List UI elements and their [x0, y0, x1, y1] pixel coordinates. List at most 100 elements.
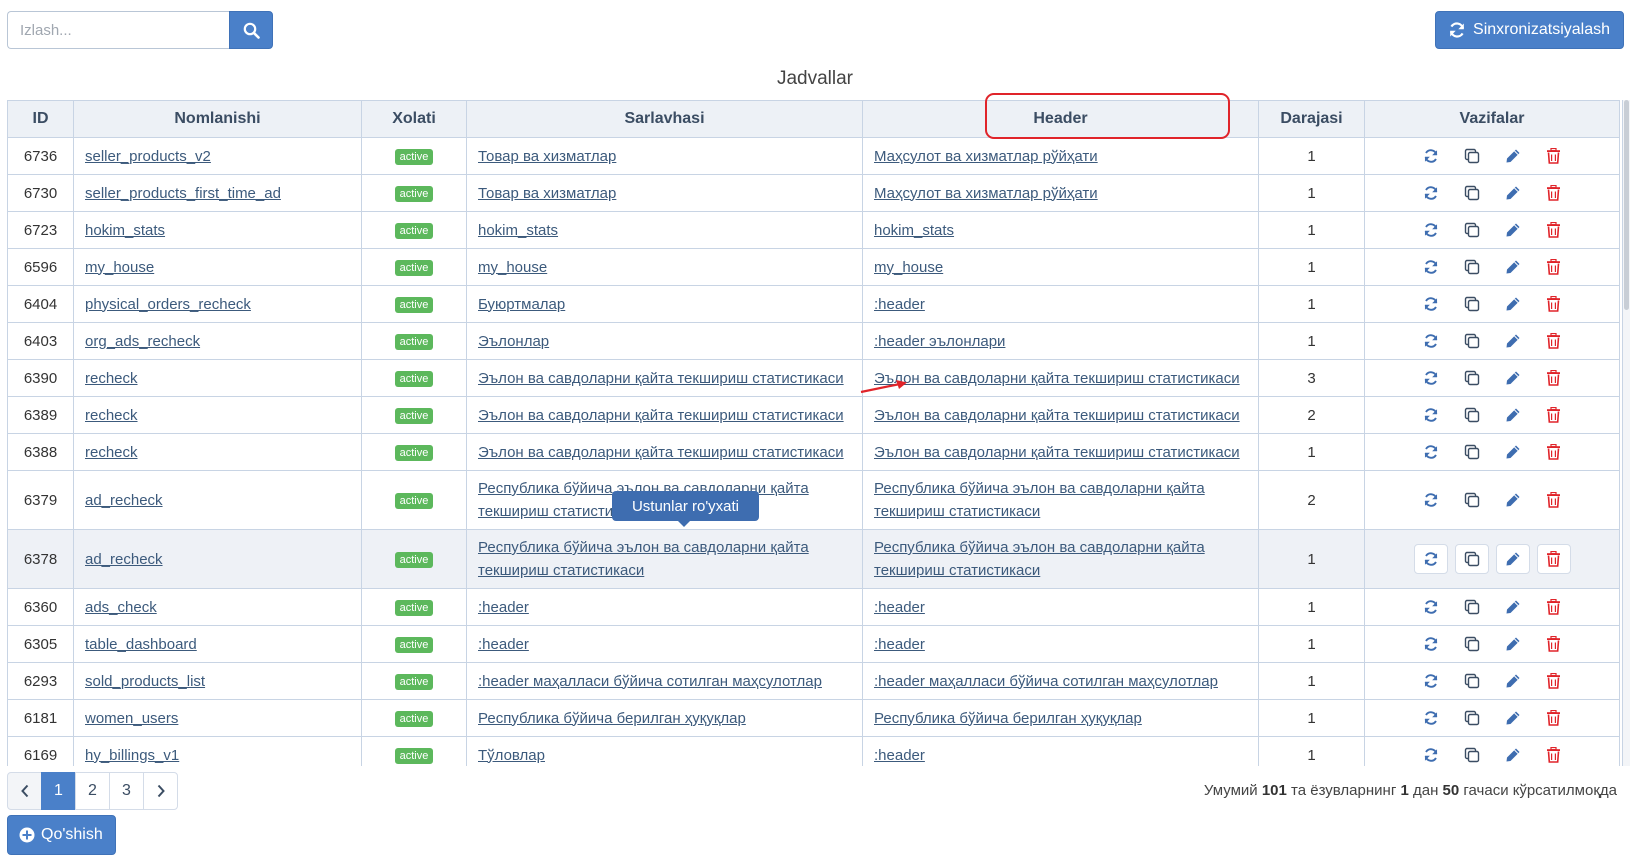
sync-row-button[interactable]: [1414, 703, 1448, 733]
delete-button[interactable]: [1537, 289, 1571, 319]
title-link[interactable]: Буюртмалар: [478, 296, 565, 313]
column-header-id[interactable]: ID: [7, 100, 74, 138]
sync-row-button[interactable]: [1414, 215, 1448, 245]
sync-row-button[interactable]: [1413, 544, 1448, 574]
duplicate-button[interactable]: [1455, 141, 1489, 171]
delete-button[interactable]: [1537, 178, 1571, 208]
sync-row-button[interactable]: [1414, 326, 1448, 356]
edit-button[interactable]: [1496, 363, 1530, 393]
edit-button[interactable]: [1496, 629, 1530, 659]
header-link[interactable]: :header: [874, 599, 925, 616]
duplicate-button[interactable]: [1455, 289, 1489, 319]
name-link[interactable]: ad_recheck: [85, 551, 163, 568]
edit-button[interactable]: [1496, 703, 1530, 733]
title-link[interactable]: my_house: [478, 259, 547, 276]
delete-button[interactable]: [1537, 363, 1571, 393]
name-link[interactable]: hy_billings_v1: [85, 747, 179, 764]
duplicate-button[interactable]: [1455, 485, 1489, 515]
sync-row-button[interactable]: [1414, 178, 1448, 208]
duplicate-button[interactable]: [1455, 740, 1489, 766]
header-link[interactable]: :header эълонлари: [874, 333, 1005, 350]
duplicate-button[interactable]: [1455, 252, 1489, 282]
header-link[interactable]: Маҳсулот ва хизматлар рўйҳати: [874, 185, 1098, 202]
edit-button[interactable]: [1496, 252, 1530, 282]
delete-button[interactable]: [1537, 703, 1571, 733]
duplicate-button[interactable]: [1454, 544, 1489, 574]
name-link[interactable]: recheck: [85, 407, 138, 424]
name-link[interactable]: org_ads_recheck: [85, 333, 200, 350]
scrollbar-thumb[interactable]: [1624, 100, 1629, 310]
name-link[interactable]: table_dashboard: [85, 636, 197, 653]
sync-row-button[interactable]: [1414, 141, 1448, 171]
title-link[interactable]: Республика бўйича берилган ҳуқуқлар: [478, 710, 746, 727]
name-link[interactable]: hokim_stats: [85, 222, 165, 239]
name-link[interactable]: sold_products_list: [85, 673, 205, 690]
edit-button[interactable]: [1496, 485, 1530, 515]
pagination-page-2[interactable]: 2: [75, 772, 110, 810]
header-link[interactable]: :header: [874, 636, 925, 653]
sync-row-button[interactable]: [1414, 289, 1448, 319]
delete-button[interactable]: [1537, 740, 1571, 766]
edit-button[interactable]: [1496, 400, 1530, 430]
delete-button[interactable]: [1537, 629, 1571, 659]
column-header-title[interactable]: Sarlavhasi: [466, 100, 863, 138]
name-link[interactable]: recheck: [85, 370, 138, 387]
title-link[interactable]: Товар ва хизматлар: [478, 148, 616, 165]
name-link[interactable]: seller_products_v2: [85, 148, 211, 165]
header-link[interactable]: Республика бўйича эълон ва савдоларни қа…: [874, 539, 1205, 579]
header-link[interactable]: :header маҳалласи бўйича сотилган маҳсул…: [874, 673, 1218, 690]
edit-button[interactable]: [1496, 141, 1530, 171]
edit-button[interactable]: [1496, 178, 1530, 208]
sync-row-button[interactable]: [1414, 363, 1448, 393]
header-link[interactable]: Маҳсулот ва хизматлар рўйҳати: [874, 148, 1098, 165]
name-link[interactable]: my_house: [85, 259, 154, 276]
sync-button[interactable]: Sinxronizatsiyalash: [1435, 11, 1624, 49]
pagination-next-button[interactable]: [143, 772, 178, 810]
edit-button[interactable]: [1496, 592, 1530, 622]
title-link[interactable]: Товар ва хизматлар: [478, 185, 616, 202]
delete-button[interactable]: [1537, 141, 1571, 171]
header-link[interactable]: my_house: [874, 259, 943, 276]
title-link[interactable]: hokim_stats: [478, 222, 558, 239]
delete-button[interactable]: [1537, 400, 1571, 430]
duplicate-button[interactable]: [1455, 178, 1489, 208]
name-link[interactable]: ad_recheck: [85, 492, 163, 509]
delete-button[interactable]: [1537, 437, 1571, 467]
edit-button[interactable]: [1496, 740, 1530, 766]
title-link[interactable]: Эълон ва савдоларни қайта текшириш стати…: [478, 370, 844, 387]
edit-button[interactable]: [1496, 326, 1530, 356]
title-link[interactable]: :header маҳалласи бўйича сотилган маҳсул…: [478, 673, 822, 690]
name-link[interactable]: ads_check: [85, 599, 157, 616]
duplicate-button[interactable]: [1455, 437, 1489, 467]
name-link[interactable]: seller_products_first_time_ad: [85, 185, 281, 202]
pagination-page-1[interactable]: 1: [41, 772, 76, 810]
edit-button[interactable]: [1495, 544, 1530, 574]
name-link[interactable]: physical_orders_recheck: [85, 296, 251, 313]
pagination-prev-button[interactable]: [7, 772, 42, 810]
duplicate-button[interactable]: [1455, 703, 1489, 733]
header-link[interactable]: Республика бўйича берилган ҳуқуқлар: [874, 710, 1142, 727]
sync-row-button[interactable]: [1414, 629, 1448, 659]
duplicate-button[interactable]: [1455, 363, 1489, 393]
delete-button[interactable]: [1537, 592, 1571, 622]
edit-button[interactable]: [1496, 666, 1530, 696]
duplicate-button[interactable]: [1455, 629, 1489, 659]
delete-button[interactable]: [1537, 252, 1571, 282]
column-header-status[interactable]: Xolati: [361, 100, 467, 138]
title-link[interactable]: Тўловлар: [478, 747, 545, 764]
sync-row-button[interactable]: [1414, 666, 1448, 696]
sync-row-button[interactable]: [1414, 400, 1448, 430]
header-link[interactable]: Эълон ва савдоларни қайта текшириш стати…: [874, 370, 1240, 387]
name-link[interactable]: recheck: [85, 444, 138, 461]
column-header-name[interactable]: Nomlanishi: [73, 100, 362, 138]
duplicate-button[interactable]: [1455, 400, 1489, 430]
search-button[interactable]: [229, 11, 273, 49]
sync-row-button[interactable]: [1414, 592, 1448, 622]
delete-button[interactable]: [1537, 326, 1571, 356]
header-link[interactable]: :header: [874, 747, 925, 764]
delete-button[interactable]: [1536, 544, 1571, 574]
header-link[interactable]: Республика бўйича эълон ва савдоларни қа…: [874, 480, 1205, 520]
title-link[interactable]: Эълон ва савдоларни қайта текшириш стати…: [478, 444, 844, 461]
header-link[interactable]: hokim_stats: [874, 222, 954, 239]
delete-button[interactable]: [1537, 666, 1571, 696]
